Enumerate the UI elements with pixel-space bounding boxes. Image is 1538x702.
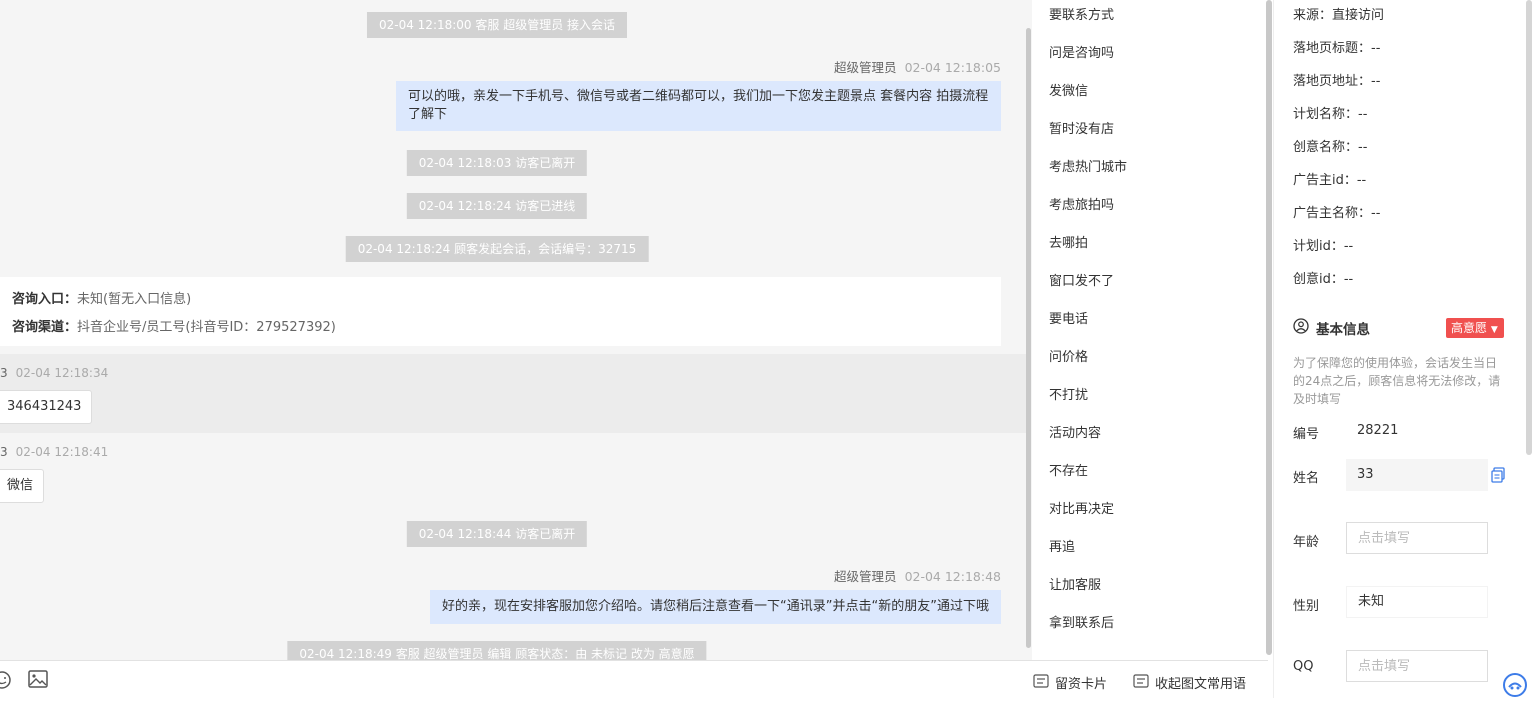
edit-notice: 为了保障您的使用体验，会话发生当日 的24点之后，顾客信息将无法修改，请 及时填… [1293,354,1500,408]
phrase-item[interactable]: 活动内容 [1049,422,1101,441]
message-text-line: 可以的哦，亲发一下手机号、微信号或者二维码都可以，我们加一下您发主题景点 套餐内… [408,89,989,104]
user-circle-icon [1293,318,1309,338]
phrase-item[interactable]: 拿到联系后 [1049,612,1114,631]
gender-label: 性别 [1293,599,1320,614]
message-time: 02-04 12:18:34 [15,366,109,380]
consult-channel-value: 抖音企业号/员工号(抖音号ID：279527392) [77,320,336,335]
agent-message-bubble: 可以的哦，亲发一下手机号、微信号或者二维码都可以，我们加一下您发主题景点 套餐内… [396,81,1001,131]
consult-entry-key: 咨询入口： [12,292,78,307]
landing-title-row: 落地页标题：-- [1293,41,1381,56]
phrase-item[interactable]: 要联系方式 [1049,4,1114,23]
basic-info-title: 基本信息 [1316,322,1370,338]
visitor-message-bubble: 微信 [0,469,45,503]
phrase-item[interactable]: 要电话 [1049,308,1088,327]
phrases-scrollbar[interactable] [1266,0,1272,655]
visitor-message-bubble: 346431243 [0,390,93,424]
customer-id-value: 28221 [1357,423,1399,438]
phrase-item[interactable]: 对比再决定 [1049,498,1114,517]
phrase-item[interactable]: 问价格 [1049,346,1088,365]
age-label: 年龄 [1293,535,1320,550]
phrase-item[interactable]: 窗口发不了 [1049,270,1114,289]
customer-info-panel: 来源：直接访问 落地页标题：-- 落地页地址：-- 计划名称：-- 创意名称：-… [1273,0,1538,698]
phrase-item[interactable]: 不打扰 [1049,384,1088,403]
message-template-icon [1133,673,1149,692]
info-scrollbar[interactable] [1526,0,1532,455]
edit-notice-line: 为了保障您的使用体验，会话发生当日 [1293,356,1498,370]
lead-card-button[interactable]: 留资卡片 [1033,673,1107,692]
image-icon[interactable] [28,670,48,692]
system-message: 02-04 12:18:00 客服 超级管理员 接入会话 [366,12,628,38]
message-time: 02-04 12:18:05 [904,60,1001,75]
emoji-icon[interactable] [0,670,12,694]
intent-status-dropdown[interactable]: 高意愿 ▼ [1446,318,1504,338]
visitor-name: 3 [0,445,8,459]
basic-info-header: 基本信息 [1293,318,1370,338]
phrase-item[interactable]: 让加客服 [1049,574,1101,593]
card-icon [1033,673,1049,692]
advertiser-name-row: 广告主名称：-- [1293,206,1381,221]
agent-message-bubble: 好的亲，现在安排客服加您介绍哈。请您稍后注意查看一下“通讯录”并点击“新的朋友”… [430,590,1001,624]
common-phrases-panel: 要联系方式 问是咨询吗 发微信 暂时没有店 考虑热门城市 考虑旅拍吗 去哪拍 窗… [1033,0,1264,660]
age-field[interactable] [1346,522,1488,554]
consult-channel-row: 咨询渠道：抖音企业号/员工号(抖音号ID：279527392) [12,316,336,335]
phrase-item[interactable]: 问是咨询吗 [1049,42,1114,61]
customer-id-label: 编号 [1293,427,1320,442]
phrase-item[interactable]: 再追 [1049,536,1075,555]
phrase-item[interactable]: 考虑热门城市 [1049,156,1127,175]
system-message: 02-04 12:18:49 客服 超级管理员 编辑 顾客状态：由 未标记 改为… [287,641,707,660]
collapse-phrases-button[interactable]: 收起图文常用语 [1133,673,1246,692]
chat-area: 02-04 12:18:00 客服 超级管理员 接入会话 超级管理员 02-04 … [0,0,1032,660]
edit-notice-line: 及时填写 [1293,392,1342,406]
source-row: 来源：直接访问 [1293,8,1385,23]
message-sender-line: 超级管理员 02-04 12:18:05 [834,57,1001,76]
message-time: 02-04 12:18:41 [15,445,109,459]
chat-scrollbar[interactable] [1026,28,1031,648]
visitor-message-group: 3 02-04 12:18:34 346431243 [0,354,1030,433]
name-value: 33 [1346,459,1488,491]
lead-card-label: 留资卡片 [1055,677,1108,692]
phrase-item[interactable]: 发微信 [1049,80,1088,99]
gender-select[interactable]: 未知 [1346,586,1488,618]
visitor-name: 3 [0,366,8,380]
copy-icon[interactable] [1491,467,1505,487]
message-text-line: 了解下 [408,107,448,122]
phrase-item[interactable]: 考虑旅拍吗 [1049,194,1114,213]
sender-name: 超级管理员 [834,60,897,75]
system-message: 02-04 12:18:24 顾客发起会话，会话编号：32715 [345,236,649,262]
sender-name: 超级管理员 [834,569,897,584]
system-message: 02-04 12:18:03 访客已离开 [406,150,588,176]
phrase-item[interactable]: 去哪拍 [1049,232,1088,251]
qq-label: QQ [1293,659,1314,674]
system-message: 02-04 12:18:24 访客已进线 [406,193,588,219]
consult-entry-value: 未知(暂无入口信息) [77,292,192,307]
plan-name-row: 计划名称：-- [1293,107,1368,122]
consult-channel-key: 咨询渠道： [12,320,78,335]
plan-id-row: 计划id：-- [1293,239,1354,254]
visitor-message-header: 3 02-04 12:18:41 [0,445,108,459]
consult-entry-card: 咨询入口：未知(暂无入口信息) 咨询渠道：抖音企业号/员工号(抖音号ID：279… [0,277,1001,346]
name-label: 姓名 [1293,471,1320,486]
creative-id-row: 创意id：-- [1293,272,1354,287]
collapse-phrases-label: 收起图文常用语 [1155,677,1247,692]
edit-notice-line: 的24点之后，顾客信息将无法修改，请 [1293,374,1501,388]
system-message: 02-04 12:18:44 访客已离开 [406,521,588,547]
message-sender-line: 超级管理员 02-04 12:18:48 [834,566,1001,585]
input-toolbar: 留资卡片 收起图文常用语 [0,660,1268,699]
message-time: 02-04 12:18:48 [904,569,1001,584]
creative-name-row: 创意名称：-- [1293,140,1368,155]
visitor-message-header: 3 02-04 12:18:34 [0,366,108,380]
caret-down-icon: ▼ [1490,325,1498,335]
consult-entry-row: 咨询入口：未知(暂无入口信息) [12,288,191,307]
phrase-item[interactable]: 不存在 [1049,460,1088,479]
intent-status-label: 高意愿 [1451,321,1488,335]
qq-field[interactable] [1346,650,1488,682]
landing-url-row: 落地页地址：-- [1293,74,1381,89]
advertiser-id-row: 广告主id：-- [1293,173,1367,188]
phrase-item[interactable]: 暂时没有店 [1049,118,1114,137]
